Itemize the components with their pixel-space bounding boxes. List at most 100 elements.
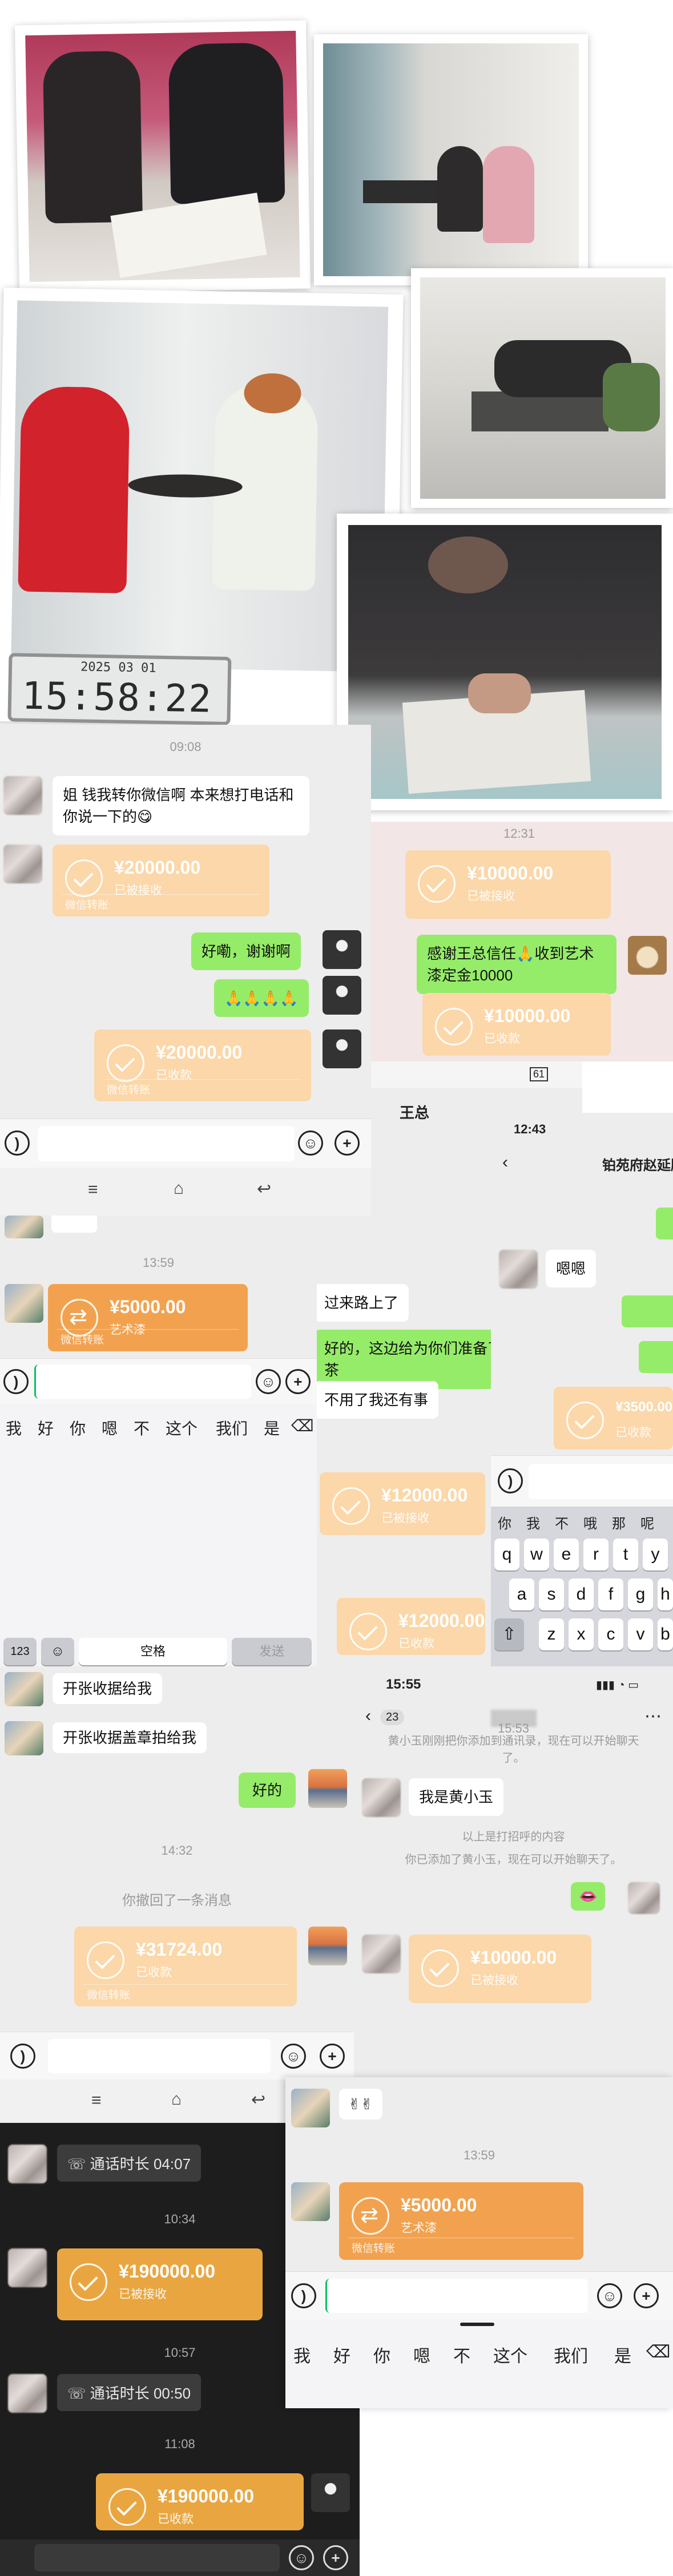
- avatar-contact[interactable]: [5, 1284, 43, 1323]
- candidate[interactable]: 我: [526, 1512, 540, 1532]
- avatar-cat[interactable]: [628, 936, 667, 975]
- key-d[interactable]: d: [569, 1578, 594, 1610]
- message-input[interactable]: [48, 2039, 271, 2073]
- key-b[interactable]: b: [658, 1618, 673, 1650]
- candidate[interactable]: 好: [38, 1416, 54, 1439]
- transfer-card-received[interactable]: ¥10000.00 已被接收: [409, 1935, 591, 2003]
- candidate[interactable]: 是: [614, 2342, 631, 2367]
- message-emoji[interactable]: 🙏🙏🙏🙏: [214, 979, 309, 1017]
- plus-icon[interactable]: +: [323, 2545, 348, 2570]
- transfer-card-received[interactable]: ¥10000.00 已被接收: [405, 850, 611, 919]
- voice-icon[interactable]: ): [291, 2283, 316, 2308]
- transfer-card-received[interactable]: ¥190000.00 已被接收: [57, 2248, 263, 2320]
- key-f[interactable]: f: [598, 1578, 623, 1610]
- avatar-contact[interactable]: [8, 2374, 47, 2413]
- avatar-contact[interactable]: [3, 776, 42, 815]
- key-t[interactable]: t: [613, 1539, 638, 1570]
- transfer-card-pending[interactable]: ¥5000.00 艺术漆 微信转账: [48, 1284, 248, 1351]
- candidate[interactable]: 那: [612, 1512, 626, 1532]
- emoji-icon[interactable]: ☺: [281, 2044, 306, 2069]
- avatar-self[interactable]: [308, 1927, 347, 1965]
- message-input[interactable]: [529, 1464, 673, 1499]
- candidate[interactable]: 好: [333, 2342, 350, 2367]
- transfer-card-collected[interactable]: ¥12000.00 已收款: [337, 1598, 485, 1655]
- emoji-icon[interactable]: ☺: [256, 1369, 281, 1394]
- menu-icon[interactable]: ≡: [91, 2091, 102, 2110]
- candidate[interactable]: 我: [6, 1416, 22, 1439]
- voice-icon[interactable]: ): [5, 1130, 30, 1156]
- voice-icon[interactable]: ): [10, 2044, 35, 2069]
- emoji-icon[interactable]: ☺: [298, 1130, 323, 1156]
- key-y[interactable]: y: [643, 1539, 668, 1570]
- candidate[interactable]: 我: [293, 2342, 311, 2367]
- plus-icon[interactable]: +: [285, 1369, 311, 1394]
- voice-icon[interactable]: ): [498, 1468, 523, 1493]
- key-g[interactable]: g: [628, 1578, 653, 1610]
- candidate[interactable]: 嗯: [413, 2342, 430, 2367]
- candidate[interactable]: 嗯: [102, 1416, 118, 1439]
- plus-icon[interactable]: +: [634, 2283, 659, 2308]
- candidate[interactable]: 你: [498, 1512, 511, 1532]
- candidate[interactable]: 不: [555, 1512, 569, 1532]
- key-s[interactable]: s: [539, 1578, 564, 1610]
- avatar-contact[interactable]: [5, 1721, 43, 1755]
- transfer-card-collected[interactable]: ¥31724.00 已收款 微信转账: [74, 1927, 297, 2006]
- message-bubble-thanks[interactable]: 感谢王总信任🙏收到艺术漆定金10000: [417, 935, 616, 994]
- delete-icon[interactable]: ⌫: [646, 2342, 670, 2362]
- return-icon[interactable]: ↩: [257, 1179, 271, 1199]
- message-input[interactable]: [325, 2279, 588, 2313]
- key-q[interactable]: q: [494, 1539, 519, 1570]
- emoji-icon[interactable]: ☺: [597, 2283, 622, 2308]
- avatar-contact[interactable]: [5, 1672, 43, 1706]
- key-w[interactable]: w: [524, 1539, 549, 1570]
- transfer-card-received[interactable]: ¥12000.00 已被接收: [320, 1472, 485, 1535]
- key-z[interactable]: z: [539, 1618, 564, 1650]
- emoji-key-icon[interactable]: ☺: [41, 1638, 74, 1665]
- transfer-card-collected[interactable]: ¥10000.00 已收款: [422, 993, 611, 1056]
- menu-icon[interactable]: ≡: [88, 1180, 98, 1200]
- candidate[interactable]: 不: [453, 2342, 470, 2367]
- message-sister-transfer[interactable]: 姐 钱我转你微信啊 本来想打电话和你说一下的😋: [53, 776, 309, 835]
- message-name-intro[interactable]: 我是黄小玉: [409, 1778, 504, 1816]
- message-receipt-stamp[interactable]: 开张收据盖章拍给我: [53, 1722, 207, 1753]
- key-c[interactable]: c: [598, 1618, 623, 1650]
- avatar-contact[interactable]: [362, 1778, 401, 1817]
- message-input[interactable]: [38, 1126, 295, 1161]
- avatar-self[interactable]: [628, 1882, 660, 1914]
- keyboard-handle[interactable]: [460, 2323, 494, 2326]
- candidate[interactable]: 这个: [166, 1416, 198, 1439]
- call-duration-2[interactable]: ☏ 通话时长 00:50: [57, 2374, 202, 2411]
- candidate[interactable]: 呢: [640, 1512, 654, 1532]
- shift-key[interactable]: ⇧: [494, 1618, 524, 1650]
- message-input[interactable]: [34, 1364, 251, 1399]
- voice-icon[interactable]: ): [3, 1369, 29, 1394]
- candidate[interactable]: 我们: [554, 2342, 588, 2367]
- avatar-contact[interactable]: [3, 845, 42, 883]
- transfer-card-collected[interactable]: ¥190000.00 已收款: [96, 2473, 304, 2530]
- avatar-contact[interactable]: [499, 1250, 538, 1289]
- message-good[interactable]: 好的: [239, 1772, 296, 1808]
- key-h[interactable]: h: [658, 1578, 673, 1610]
- transfer-card-collected[interactable]: ¥3500.00 已收款: [554, 1387, 673, 1449]
- avatar-contact[interactable]: [291, 2089, 330, 2127]
- key-x[interactable]: x: [569, 1618, 594, 1650]
- message-receipt[interactable]: 开张收据给我: [53, 1673, 163, 1704]
- space-key[interactable]: 空格: [79, 1638, 227, 1665]
- avatar-self[interactable]: [308, 1769, 347, 1808]
- transfer-card-pending[interactable]: ¥5000.00 艺术漆 微信转账: [339, 2182, 583, 2260]
- avatar-contact[interactable]: [362, 1935, 401, 1973]
- candidate[interactable]: 这个: [493, 2342, 527, 2367]
- home-icon[interactable]: ⌂: [174, 1179, 184, 1198]
- message-on-way[interactable]: 过来路上了: [314, 1284, 409, 1322]
- message-thanks[interactable]: 好嘞，谢谢啊: [191, 932, 301, 970]
- avatar-self[interactable]: [323, 930, 361, 969]
- key-a[interactable]: a: [509, 1578, 534, 1610]
- key-v[interactable]: v: [628, 1618, 653, 1650]
- avatar-self[interactable]: [323, 976, 361, 1015]
- key-e[interactable]: e: [554, 1539, 579, 1570]
- candidate[interactable]: 不: [134, 1416, 150, 1439]
- plus-icon[interactable]: +: [320, 2044, 345, 2069]
- home-icon[interactable]: ⌂: [171, 2090, 182, 2109]
- avatar-contact[interactable]: [8, 2248, 47, 2287]
- avatar-contact[interactable]: [5, 1216, 43, 1238]
